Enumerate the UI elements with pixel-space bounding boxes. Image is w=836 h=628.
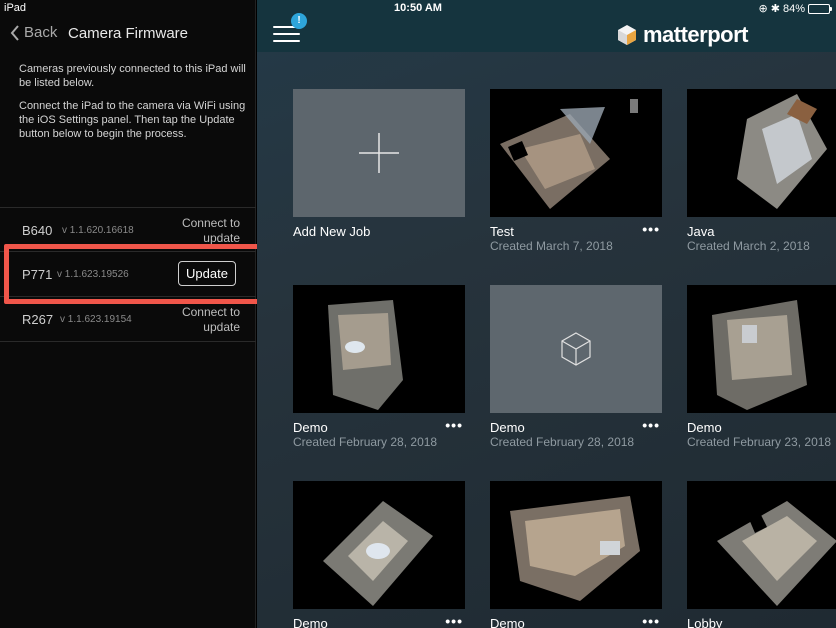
job-tile[interactable]: Demo Created February 28, 2018 ••• [293,285,465,449]
bluetooth-icon: ✱ [770,3,780,15]
camera-name: R267 [22,312,54,327]
add-job-tile[interactable]: Add New Job [293,89,465,239]
job-thumbnail [490,481,662,609]
jobs-view: ! matterport Add New Job Test Created Ma… [257,0,836,628]
camera-status: Connect to update [181,305,240,334]
job-title: Demo [490,420,525,435]
job-tile[interactable]: Demo ••• [490,481,662,628]
job-thumbnail [490,285,662,413]
job-thumbnail [293,285,465,413]
job-tile[interactable]: Java Created March 2, 2018 ••• [687,89,836,253]
clock: 10:50 AM [394,2,442,14]
job-thumbnail [490,89,662,217]
highlight-box [4,244,262,304]
job-title: Java [687,224,715,239]
more-options-icon[interactable]: ••• [445,613,463,628]
battery-percent: 84% [782,2,805,15]
job-tile[interactable]: Lobby [687,481,836,628]
more-options-icon[interactable]: ••• [642,417,660,433]
more-options-icon[interactable]: ••• [642,221,660,237]
job-date: Created March 2, 2018 [687,239,810,253]
camera-status: Connect to update [181,216,240,245]
job-tile[interactable]: Demo Created February 23, 2018 ••• [687,285,836,449]
job-title: Demo [490,616,525,628]
camera-version: v 1.1.620.16618 [62,225,134,236]
chevron-left-icon [10,24,19,41]
job-title: Add New Job [293,224,371,239]
job-thumbnail [687,285,836,413]
plus-icon [359,133,399,173]
job-title: Test [490,224,514,239]
job-tile[interactable]: Demo ••• [293,481,465,628]
status-bar: iPad 10:50 AM ⊕ ✱ 84% [0,0,836,18]
more-options-icon[interactable]: ••• [445,417,463,433]
job-thumbnail [293,481,465,609]
job-title: Lobby [687,616,723,628]
panel-header: Back Camera Firmware [0,22,256,48]
add-job-thumbnail [293,89,465,217]
job-thumbnail [687,481,836,609]
back-label: Back [24,24,58,41]
job-title: Demo [293,616,328,628]
camera-version: v 1.1.623.19154 [60,314,132,325]
matterport-cube-icon [617,25,636,45]
instructions-text: Connect the iPad to the camera via WiFi … [19,100,246,140]
battery-icon [808,3,832,14]
job-tile[interactable]: Test Created March 7, 2018 ••• [490,89,662,253]
job-tile[interactable]: Demo Created February 28, 2018 ••• [490,285,662,449]
cube-placeholder-icon [561,332,591,366]
description-text: Cameras previously connected to this iPa… [19,63,246,89]
panel-title: Camera Firmware [68,25,189,42]
job-date: Created February 23, 2018 [687,435,832,449]
job-date: Created February 28, 2018 [490,435,635,449]
more-options-icon[interactable]: ••• [642,613,660,628]
job-date: Created February 28, 2018 [293,435,438,449]
job-title: Demo [293,420,328,435]
back-button[interactable]: Back [10,24,57,41]
job-date: Created March 7, 2018 [490,239,613,253]
status-indicators: ⊕ ✱ 84% [758,2,832,15]
camera-firmware-panel: Back Camera Firmware Cameras previously … [0,0,262,628]
brand-name: matterport [642,22,749,47]
camera-name: B640 [22,223,53,238]
rotation-lock-icon: ⊕ [758,3,768,15]
job-thumbnail [687,89,836,217]
brand-logo: matterport [617,22,749,48]
job-title: Demo [687,420,722,435]
